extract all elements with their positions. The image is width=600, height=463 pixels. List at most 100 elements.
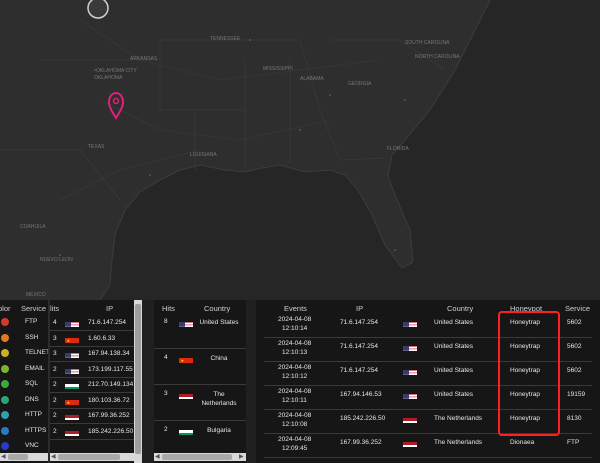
- event-ip: 167.94.146.53: [340, 391, 382, 398]
- map-region-label: TENNESSEE: [210, 36, 241, 42]
- svg-text:★: ★: [181, 358, 185, 363]
- event-service: 5602: [567, 319, 582, 326]
- event-time: 12:10:08: [282, 421, 308, 428]
- service-legend-row[interactable]: SQL: [0, 378, 48, 392]
- event-ip: 71.6.147.254: [340, 319, 378, 326]
- row-divider: [154, 420, 246, 421]
- service-name: SSH: [25, 333, 39, 341]
- event-date: 2024-04-08: [278, 388, 312, 395]
- ip-row[interactable]: 2 ★ 180.103.36.72: [50, 394, 134, 408]
- ip-hits: 2: [53, 412, 57, 419]
- top-ip-panel: lits IP 4 71.6.147.254 3 ★ 1.60.6.33 3 167.94.…: [50, 300, 142, 463]
- service-name: HTTPS: [25, 426, 47, 434]
- event-time: 12:10:14: [282, 325, 308, 332]
- event-ip: 71.6.147.254: [340, 367, 378, 374]
- us-flag-icon: [65, 365, 79, 374]
- map-region-label: SOUTH CAROLINA: [405, 40, 450, 46]
- service-color-dot: [1, 349, 9, 357]
- row-divider: [264, 457, 592, 458]
- country-row[interactable]: 3 The Netherlands: [154, 386, 246, 420]
- events-panel: Events IP Country Honeypot Service 2024-…: [256, 300, 600, 463]
- country-name: United States: [199, 319, 239, 326]
- ip-row[interactable]: 4 71.6.147.254: [50, 316, 134, 330]
- ip-hits: 2: [53, 427, 57, 435]
- country-name: The Netherlands: [201, 391, 237, 407]
- service-legend-row[interactable]: VNC: [0, 440, 48, 454]
- event-date: 2024-04-08: [278, 412, 312, 419]
- service-legend-row[interactable]: HTTP: [0, 409, 48, 423]
- service-legend-panel: olor Service FTP SSH TELNET EMAIL SQL DNS HTTP…: [0, 300, 48, 463]
- event-country: United States: [434, 367, 474, 374]
- map-region-label: FLORIDA: [387, 146, 409, 152]
- col-header-color: olor: [0, 304, 11, 313]
- attack-map[interactable]: OKLAHOMA CITY OKLAHOMA TEXAS LOUISIANA MISSI…: [0, 0, 600, 301]
- us-flag-icon: [179, 318, 193, 327]
- service-legend-row[interactable]: EMAIL: [0, 363, 48, 377]
- country-horizontal-scrollbar[interactable]: ◀ ▶: [154, 453, 246, 461]
- service-legend-row[interactable]: TELNET: [0, 347, 48, 361]
- us-flag-icon: [65, 318, 79, 327]
- service-legend-row[interactable]: SSH: [0, 332, 48, 346]
- ip-row[interactable]: 3 ★ 1.60.6.33: [50, 332, 134, 346]
- ip-address: 180.103.36.72: [88, 396, 130, 404]
- service-color-dot: [1, 411, 9, 419]
- col-header-event-country: Country: [447, 304, 474, 313]
- event-ip: 167.99.36.252: [340, 439, 382, 446]
- service-horizontal-scrollbar[interactable]: ◀: [0, 453, 48, 461]
- us-flag-icon: [403, 390, 417, 399]
- event-date: 2024-04-08: [278, 316, 312, 323]
- ip-row[interactable]: 2 173.199.117.55: [50, 363, 134, 377]
- ip-row[interactable]: 2 185.242.226.50: [50, 425, 134, 439]
- ip-hits: 2: [53, 365, 57, 373]
- cn-flag-icon: ★: [65, 396, 79, 405]
- ip-address: 167.94.138.34: [88, 350, 130, 357]
- service-legend-row[interactable]: HTTPS: [0, 425, 48, 439]
- ip-row[interactable]: 2 167.99.36.252: [50, 409, 134, 423]
- map-region-label: ARKANSAS: [130, 56, 158, 62]
- event-date: 2024-04-08: [278, 364, 312, 371]
- ip-address: 1.60.6.33: [88, 334, 116, 342]
- map-region-label: OKLAHOMA: [94, 75, 123, 81]
- nl-flag-icon: [179, 390, 193, 399]
- event-date: 2024-04-08: [278, 340, 312, 347]
- service-legend-row[interactable]: FTP: [0, 316, 48, 330]
- ip-address: 71.6.147.254: [88, 319, 126, 326]
- service-color-dot: [1, 318, 9, 326]
- event-service: FTP: [567, 439, 580, 446]
- country-row[interactable]: 2 Bulgaria: [154, 422, 246, 456]
- map-region-label: ALABAMA: [300, 76, 324, 82]
- ip-hits: 2: [53, 381, 57, 388]
- event-country: The Netherlands: [434, 415, 483, 422]
- top-country-panel: Hits Country 8 United States 4 ★ China 3 The N…: [154, 300, 246, 463]
- col-header-events: Events: [284, 304, 307, 313]
- svg-text:★: ★: [67, 400, 71, 405]
- country-row[interactable]: 8 United States: [154, 314, 246, 348]
- ip-hits: 3: [53, 334, 57, 342]
- ip-horizontal-scrollbar[interactable]: ◀: [50, 453, 134, 461]
- col-header-event-service: Service: [565, 304, 591, 313]
- col-header-country-hits: Hits: [162, 304, 175, 313]
- col-header-event-ip: IP: [356, 304, 364, 313]
- event-country: United States: [434, 391, 474, 398]
- event-time: 12:10:12: [282, 373, 308, 380]
- service-color-dot: [1, 380, 9, 388]
- service-legend-row[interactable]: DNS: [0, 394, 48, 408]
- country-name: China: [210, 355, 228, 362]
- svg-text:★: ★: [67, 338, 71, 343]
- bg-flag-icon: [179, 426, 193, 435]
- event-time: 12:10:13: [282, 349, 308, 356]
- ip-vertical-scrollbar[interactable]: [134, 300, 142, 463]
- col-header-country: Country: [204, 304, 231, 313]
- nl-flag-icon: [403, 414, 417, 423]
- zoom-circle-icon[interactable]: [87, 0, 109, 19]
- service-name: FTP: [25, 318, 38, 325]
- event-service: 5602: [567, 343, 582, 350]
- ip-row[interactable]: 3 167.94.138.34: [50, 347, 134, 361]
- ip-row[interactable]: 2 212.70.149.134: [50, 378, 134, 392]
- country-row[interactable]: 4 ★ China: [154, 350, 246, 384]
- event-row[interactable]: 2024-04-08 12:09:45 167.99.36.252 The Nethe…: [256, 434, 600, 457]
- service-color-dot: [1, 442, 9, 450]
- service-name: TELNET: [25, 349, 48, 356]
- service-name: HTTP: [25, 411, 42, 418]
- event-service: 19159: [567, 391, 586, 398]
